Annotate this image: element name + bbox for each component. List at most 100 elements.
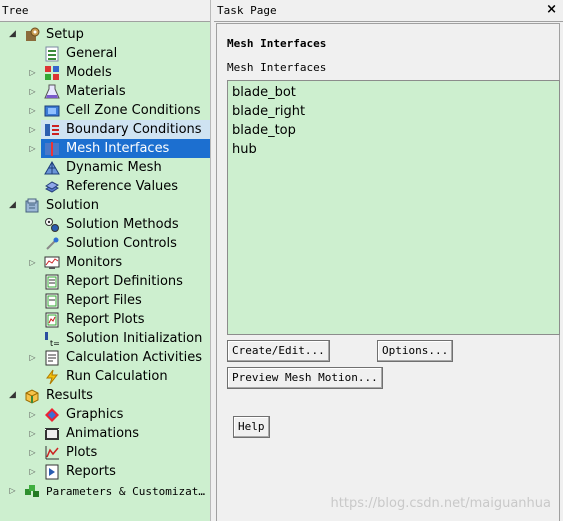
tree-item-label: Calculation Activities	[66, 350, 202, 365]
list-item[interactable]: blade_bot	[232, 85, 296, 100]
expand-arrow-icon[interactable]: ▷	[28, 67, 37, 78]
solution-methods-icon	[44, 217, 60, 233]
tree-header: Tree	[0, 0, 210, 22]
collapse-arrow-icon[interactable]: ◢	[8, 200, 17, 211]
tree-item-plots[interactable]: ▷ Plots	[0, 443, 210, 462]
tree-item-label: Solution Initialization	[66, 331, 203, 346]
help-button[interactable]: Help	[233, 416, 270, 438]
tree-item-label: Cell Zone Conditions	[66, 103, 201, 118]
expand-arrow-icon[interactable]: ▷	[28, 447, 37, 458]
tree-item-cell-zone-conditions[interactable]: ▷ Cell Zone Conditions	[0, 101, 210, 120]
tree-item-label: Solution Methods	[66, 217, 179, 232]
tree-item-results[interactable]: ◢ Results	[0, 386, 210, 405]
monitors-icon	[44, 255, 60, 271]
expand-arrow-icon[interactable]: ▷	[28, 352, 37, 363]
reference-values-icon	[44, 179, 60, 195]
expand-arrow-icon[interactable]: ▷	[28, 466, 37, 477]
collapse-arrow-icon[interactable]: ◢	[8, 29, 17, 40]
tree-item-label: Setup	[46, 27, 84, 42]
models-icon	[44, 65, 60, 81]
tree-item-label: Animations	[66, 426, 140, 441]
tree-item-boundary-conditions[interactable]: ▷ Boundary Conditions	[0, 120, 210, 139]
expand-arrow-icon[interactable]: ▷	[8, 485, 17, 496]
tree-item-parameters-customizat[interactable]: ▷ Parameters & Customizat…	[0, 481, 210, 500]
report-files-icon	[44, 293, 60, 309]
solution-controls-icon	[44, 236, 60, 252]
tree-item-label: Solution Controls	[66, 236, 177, 251]
tree-item-setup[interactable]: ◢ Setup	[0, 25, 210, 44]
graphics-icon	[44, 407, 60, 423]
watermark: https://blog.csdn.net/maiguanhua	[330, 496, 551, 511]
expand-arrow-icon[interactable]: ▷	[28, 86, 37, 97]
tree-item-mesh-interfaces[interactable]: ▷ Mesh Interfaces	[0, 139, 210, 158]
solution-initialization-icon: t=0	[44, 331, 65, 348]
tree-item-monitors[interactable]: ▷ Monitors	[0, 253, 210, 272]
tree-item-models[interactable]: ▷ Models	[0, 63, 210, 82]
plots-icon	[44, 445, 60, 461]
tree-item-label: Monitors	[66, 255, 123, 270]
report-definitions-icon	[44, 274, 60, 290]
report-plots-icon	[44, 312, 60, 328]
mesh-interfaces-list[interactable]: blade_bot blade_right blade_top hub	[227, 80, 560, 335]
tree-item-graphics[interactable]: ▷ Graphics	[0, 405, 210, 424]
expand-arrow-icon[interactable]: ▷	[28, 257, 37, 268]
tree-item-reports[interactable]: ▷ Reports	[0, 462, 210, 481]
tree-item-calculation-activities[interactable]: ▷ Calculation Activities	[0, 348, 210, 367]
mesh-interfaces-icon	[44, 141, 60, 157]
tree-item-label: Run Calculation	[66, 369, 168, 384]
expand-arrow-icon[interactable]: ▷	[28, 409, 37, 420]
task-page-header: Task Page ×	[214, 0, 563, 22]
parameters-icon	[24, 483, 40, 499]
tree-item-animations[interactable]: ▷ Animations	[0, 424, 210, 443]
tree-item-run-calculation[interactable]: Run Calculation	[0, 367, 210, 386]
tree-item-report-plots[interactable]: Report Plots	[0, 310, 210, 329]
page-heading: Mesh Interfaces	[227, 37, 327, 50]
tree-item-solution-initialization[interactable]: t=0 Solution Initialization	[0, 329, 210, 348]
tree-item-solution-controls[interactable]: Solution Controls	[0, 234, 210, 253]
tree-item-report-files[interactable]: Report Files	[0, 291, 210, 310]
tree-item-label: Report Plots	[66, 312, 145, 327]
tree-item-general[interactable]: General	[0, 44, 210, 63]
animations-icon	[44, 426, 60, 442]
cell-zone-icon	[44, 103, 60, 119]
tree-item-label: Results	[46, 388, 93, 403]
tree-item-label: Reports	[66, 464, 116, 479]
options-button[interactable]: Options...	[377, 340, 454, 362]
expand-arrow-icon[interactable]: ▷	[28, 428, 37, 439]
tree-item-report-definitions[interactable]: Report Definitions	[0, 272, 210, 291]
create-edit-button[interactable]: Create/Edit...	[227, 340, 330, 362]
collapse-arrow-icon[interactable]: ◢	[8, 390, 17, 401]
tree-title: Tree	[2, 4, 29, 17]
list-item[interactable]: blade_top	[232, 123, 296, 138]
tree-item-solution[interactable]: ◢ Solution	[0, 196, 210, 215]
tree-item-dynamic-mesh[interactable]: Dynamic Mesh	[0, 158, 210, 177]
tree-item-label: Reference Values	[66, 179, 179, 194]
reports-icon	[44, 464, 60, 480]
tree-item-label: Report Definitions	[66, 274, 183, 289]
tree-item-label: General	[66, 46, 118, 61]
tree-item-label: Parameters & Customizat…	[46, 485, 205, 498]
boundary-conditions-icon	[44, 122, 60, 138]
tree-body[interactable]: ◢ Setup General ▷ Models ▷ Materials ▷ Cell Zone…	[0, 22, 210, 521]
task-page-panel: Task Page × Mesh Interfaces Mesh Interfa…	[214, 0, 563, 521]
dynamic-mesh-icon	[44, 160, 60, 176]
materials-icon	[44, 84, 60, 100]
setup-icon	[24, 27, 40, 43]
tree-item-label: Dynamic Mesh	[66, 160, 162, 175]
tree-item-label: Plots	[66, 445, 98, 460]
close-icon[interactable]: ×	[546, 3, 557, 17]
expand-arrow-icon[interactable]: ▷	[28, 124, 37, 135]
tree-item-materials[interactable]: ▷ Materials	[0, 82, 210, 101]
run-calculation-icon	[44, 369, 60, 385]
preview-mesh-motion-button[interactable]: Preview Mesh Motion...	[227, 367, 383, 389]
tree-item-label: Models	[66, 65, 112, 80]
tree-item-solution-methods[interactable]: Solution Methods	[0, 215, 210, 234]
tree-item-label: Solution	[46, 198, 99, 213]
list-item[interactable]: hub	[232, 142, 257, 157]
tree-item-label: Boundary Conditions	[66, 122, 202, 137]
expand-arrow-icon[interactable]: ▷	[28, 105, 37, 116]
list-item[interactable]: blade_right	[232, 104, 305, 119]
tree-item-reference-values[interactable]: Reference Values	[0, 177, 210, 196]
task-page-body: Mesh Interfaces Mesh Interfaces blade_bo…	[216, 23, 560, 521]
expand-arrow-icon[interactable]: ▷	[28, 143, 37, 154]
